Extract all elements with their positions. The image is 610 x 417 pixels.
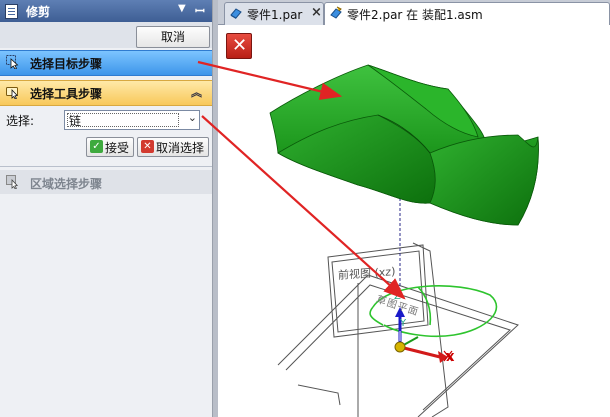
dropdown-menu-icon[interactable]: ▼ (178, 3, 186, 14)
document-tab-bar: 零件1.par × 零件2.par 在 装配1.asm × (218, 0, 610, 25)
tab-part2-label: 零件2.par 在 装配1.asm (347, 8, 483, 22)
checkmark-icon: ✓ (90, 140, 103, 153)
close-view-button[interactable]: ✕ (226, 33, 252, 59)
chevron-down-icon[interactable]: ⌄ (188, 111, 197, 124)
step-target-label: 选择目标步骤 (30, 57, 103, 71)
step-region-label: 区域选择步骤 (30, 177, 103, 191)
cursor-select-icon (6, 55, 19, 69)
tab-part1-label: 零件1.par (247, 8, 303, 22)
axis-y-label: Y (400, 318, 407, 329)
3d-viewport[interactable]: ✕ 前视图 (xz) 草图平面 X Y Z (218, 25, 610, 417)
region-select-icon (6, 175, 19, 189)
part-document-icon (230, 8, 242, 19)
divider (0, 166, 212, 167)
axis-z-label: Z (394, 291, 401, 302)
accept-button[interactable]: ✓ 接受 (86, 137, 134, 157)
accept-label: 接受 (105, 141, 130, 155)
cancel-select-label: 取消选择 (156, 141, 205, 155)
tab-part2-in-assembly[interactable]: 零件2.par 在 装配1.asm × (324, 2, 610, 25)
selection-type-value: 链 (69, 114, 82, 128)
cancel-select-button[interactable]: ✕ 取消选择 (137, 137, 209, 157)
step-select-region[interactable]: 区域选择步骤 (0, 170, 212, 194)
model-scene (269, 64, 539, 417)
tool-select-icon (6, 87, 19, 99)
pane-title: 修剪 (26, 5, 51, 19)
axis-x-label: X (446, 351, 455, 364)
part-document-icon (330, 6, 342, 19)
step-select-target[interactable]: 选择目标步骤 (0, 50, 212, 76)
document-icon (5, 4, 18, 19)
focus-outline (67, 113, 179, 127)
tab-part1[interactable]: 零件1.par × (224, 2, 324, 25)
trim-surface (269, 64, 539, 226)
close-icon: ✕ (232, 35, 248, 56)
step-tool-label: 选择工具步骤 (30, 87, 103, 101)
select-label: 选择: (6, 114, 35, 128)
x-icon: ✕ (141, 140, 154, 153)
step-select-tool[interactable]: 选择工具步骤 ︽ (0, 80, 212, 106)
close-icon[interactable]: × (311, 5, 322, 20)
collapse-up-icon[interactable]: ︽ (191, 84, 202, 100)
selection-type-dropdown[interactable]: 链 ⌄ (64, 110, 200, 130)
pin-icon[interactable]: ꟷ (195, 2, 205, 19)
pane-header: 修剪 ▼ ꟷ (0, 0, 212, 22)
trim-command-pane: 修剪 ▼ ꟷ 取消 选择目标步骤 选择工具步骤 ︽ 选择: 链 ⌄ ✓ 接受 ✕… (0, 0, 212, 417)
cancel-button[interactable]: 取消 (136, 26, 210, 48)
